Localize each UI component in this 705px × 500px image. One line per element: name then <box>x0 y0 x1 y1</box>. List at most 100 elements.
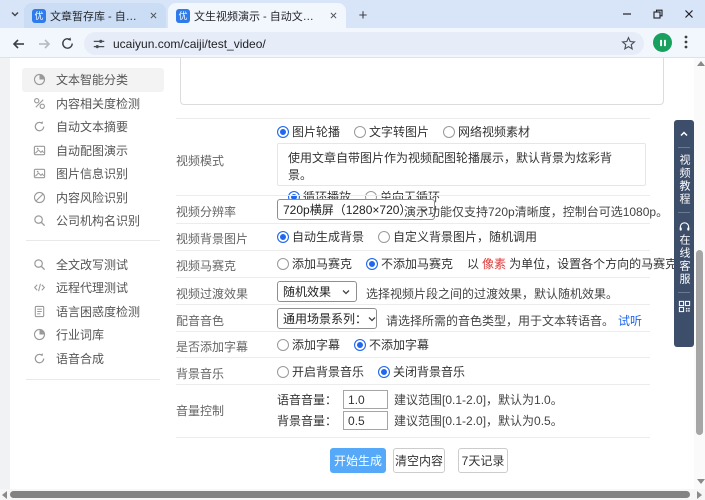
forward-button[interactable] <box>35 35 52 52</box>
radio-option[interactable]: 不添加马赛克 <box>366 255 453 272</box>
radio-on-icon[interactable] <box>354 339 366 351</box>
horizontal-scrollbar[interactable] <box>0 489 705 500</box>
site-favicon: 优 <box>32 9 46 23</box>
voice-hint: 请选择所需的音色类型，用于文本转语音。试听 <box>386 312 642 329</box>
bgm-options: 开启背景音乐 关闭背景音乐 <box>277 363 465 380</box>
widget-divider <box>678 212 690 213</box>
field-label: 视频分辨率 <box>176 203 236 220</box>
radio-option[interactable]: 自动生成背景 <box>277 228 364 245</box>
radio-off-icon[interactable] <box>277 366 289 378</box>
pie-chart-icon <box>32 73 46 87</box>
radio-off-icon[interactable] <box>354 126 366 138</box>
radio-off-icon[interactable] <box>277 258 289 270</box>
reload-button[interactable] <box>59 35 76 52</box>
radio-off-icon[interactable] <box>378 231 390 243</box>
radio-option[interactable]: 添加字幕 <box>277 336 340 353</box>
search-icon <box>32 257 46 271</box>
sidebar-item-risk-detection[interactable]: 内容风险识别 <box>22 186 164 210</box>
browser-menu-button[interactable] <box>684 34 688 50</box>
sidebar-item-speech-synthesis[interactable]: 语音合成 <box>22 347 164 371</box>
bookmark-button[interactable] <box>621 36 636 51</box>
window-restore-button[interactable] <box>645 4 671 24</box>
sidebar-item-rewrite-test[interactable]: 全文改写测试 <box>22 253 164 277</box>
collapse-button[interactable] <box>678 128 690 140</box>
radio-on-icon[interactable] <box>277 231 289 243</box>
tab-close-button[interactable] <box>326 9 340 23</box>
seven-day-records-button[interactable]: 7天记录 <box>458 448 508 473</box>
bg-volume-input[interactable] <box>343 411 388 430</box>
row-divider <box>176 250 650 251</box>
radio-option[interactable]: 图片轮播 <box>277 123 340 140</box>
site-favicon: 优 <box>176 9 190 23</box>
resolution-hint: 演示功能仅支持720p清晰度，控制台可选1080p。 <box>404 203 668 220</box>
sidebar-item-image-recognition[interactable]: 图片信息识别 <box>22 162 164 186</box>
radio-on-icon[interactable] <box>277 126 289 138</box>
clear-content-button[interactable]: 清空内容 <box>393 448 445 473</box>
radio-off-icon[interactable] <box>443 126 455 138</box>
sidebar-divider <box>26 379 160 380</box>
radio-option[interactable]: 开启背景音乐 <box>277 363 364 380</box>
chevron-up-icon <box>681 133 687 136</box>
scroll-left-arrow[interactable] <box>2 491 7 499</box>
new-tab-button[interactable]: + <box>354 6 372 24</box>
radio-option[interactable]: 文字转图片 <box>354 123 429 140</box>
field-label: 视频模式 <box>176 152 224 169</box>
sidebar-item-perplexity-check[interactable]: 语言困惑度检测 <box>22 300 164 324</box>
sidebar-item-auto-summary[interactable]: 自动文本摘要 <box>22 115 164 139</box>
radio-option[interactable]: 添加马赛克 <box>277 255 352 272</box>
radio-off-icon[interactable] <box>277 339 289 351</box>
qr-code-icon[interactable] <box>678 300 691 313</box>
scroll-right-arrow[interactable] <box>697 491 702 499</box>
browser-tab-2-active[interactable]: 优 文生视频演示 - 自动文章采集器 <box>168 3 346 28</box>
video-tutorial-button[interactable]: 视频教程 <box>674 154 694 206</box>
transition-select[interactable]: 随机效果 <box>277 281 357 302</box>
transition-hint: 选择视频片段之间的过渡效果，默认随机效果。 <box>366 285 618 302</box>
sidebar: 文本智能分类 内容相关度检测 自动文本摘要 自动配图演示 图片信息识别 内容风险… <box>10 58 168 392</box>
address-bar[interactable]: ucaiyun.com/caiji/test_video/ <box>84 32 644 55</box>
audition-link[interactable]: 试听 <box>618 314 642 328</box>
scroll-up-arrow[interactable] <box>697 61 705 66</box>
vertical-scrollbar[interactable] <box>694 58 705 489</box>
radio-option[interactable]: 不添加字幕 <box>354 336 429 353</box>
tab-search-button[interactable] <box>6 6 24 22</box>
row-divider <box>176 357 650 358</box>
window-close-button[interactable] <box>676 4 702 24</box>
window-minimize-button[interactable] <box>614 4 640 24</box>
article-textarea[interactable] <box>180 58 664 105</box>
search-icon <box>32 214 46 228</box>
sidebar-item-org-recognition[interactable]: 公司机构名识别 <box>22 209 164 233</box>
online-service-button[interactable]: 在线客服 <box>674 234 694 286</box>
tab-title: 文生视频演示 - 自动文章采集器 <box>194 8 322 24</box>
tab-close-button[interactable] <box>146 9 160 23</box>
sidebar-item-industry-lexicon[interactable]: 行业词库 <box>22 323 164 347</box>
url-text[interactable]: ucaiyun.com/caiji/test_video/ <box>113 37 621 51</box>
video-mode-desc: 使用文章自带图片作为视频配图轮播展示，默认背景为炫彩背景。 <box>288 149 635 183</box>
back-button[interactable] <box>10 35 27 52</box>
video-mode-detail-box: 使用文章自带图片作为视频配图轮播展示，默认背景为炫彩背景。 循环播放 单向无循环 <box>277 143 646 186</box>
pie-chart-icon <box>32 328 46 342</box>
widget-divider <box>678 292 690 293</box>
radio-on-icon[interactable] <box>366 258 378 270</box>
sidebar-item-auto-image[interactable]: 自动配图演示 <box>22 139 164 163</box>
image-icon <box>32 143 46 157</box>
sidebar-item-text-classify[interactable]: 文本智能分类 <box>22 68 164 92</box>
scroll-down-arrow[interactable] <box>697 479 705 484</box>
bg-volume-name: 背景音量： <box>277 412 337 429</box>
vertical-scrollbar-thumb[interactable] <box>696 250 703 435</box>
horizontal-scrollbar-thumb[interactable] <box>10 491 690 498</box>
voice-select[interactable]: 通用场景系列： <box>277 308 377 329</box>
row-divider <box>176 437 650 438</box>
sidebar-item-proxy-test[interactable]: 远程代理测试 <box>22 276 164 300</box>
site-settings-button[interactable] <box>92 37 106 51</box>
browser-tab-1[interactable]: 优 文章暂存库 - 自动文章采集器 <box>24 3 166 28</box>
document-icon <box>32 304 46 318</box>
sidebar-item-relevance-check[interactable]: 内容相关度检测 <box>22 92 164 116</box>
radio-option[interactable]: 自定义背景图片，随机调用 <box>378 228 537 245</box>
radio-option[interactable]: 网络视频素材 <box>443 123 530 140</box>
row-divider <box>176 331 650 332</box>
profile-avatar[interactable] <box>653 33 672 52</box>
start-generate-button[interactable]: 开始生成 <box>330 448 386 473</box>
radio-on-icon[interactable] <box>378 366 390 378</box>
voice-volume-input[interactable] <box>343 390 388 409</box>
radio-option[interactable]: 关闭背景音乐 <box>378 363 465 380</box>
